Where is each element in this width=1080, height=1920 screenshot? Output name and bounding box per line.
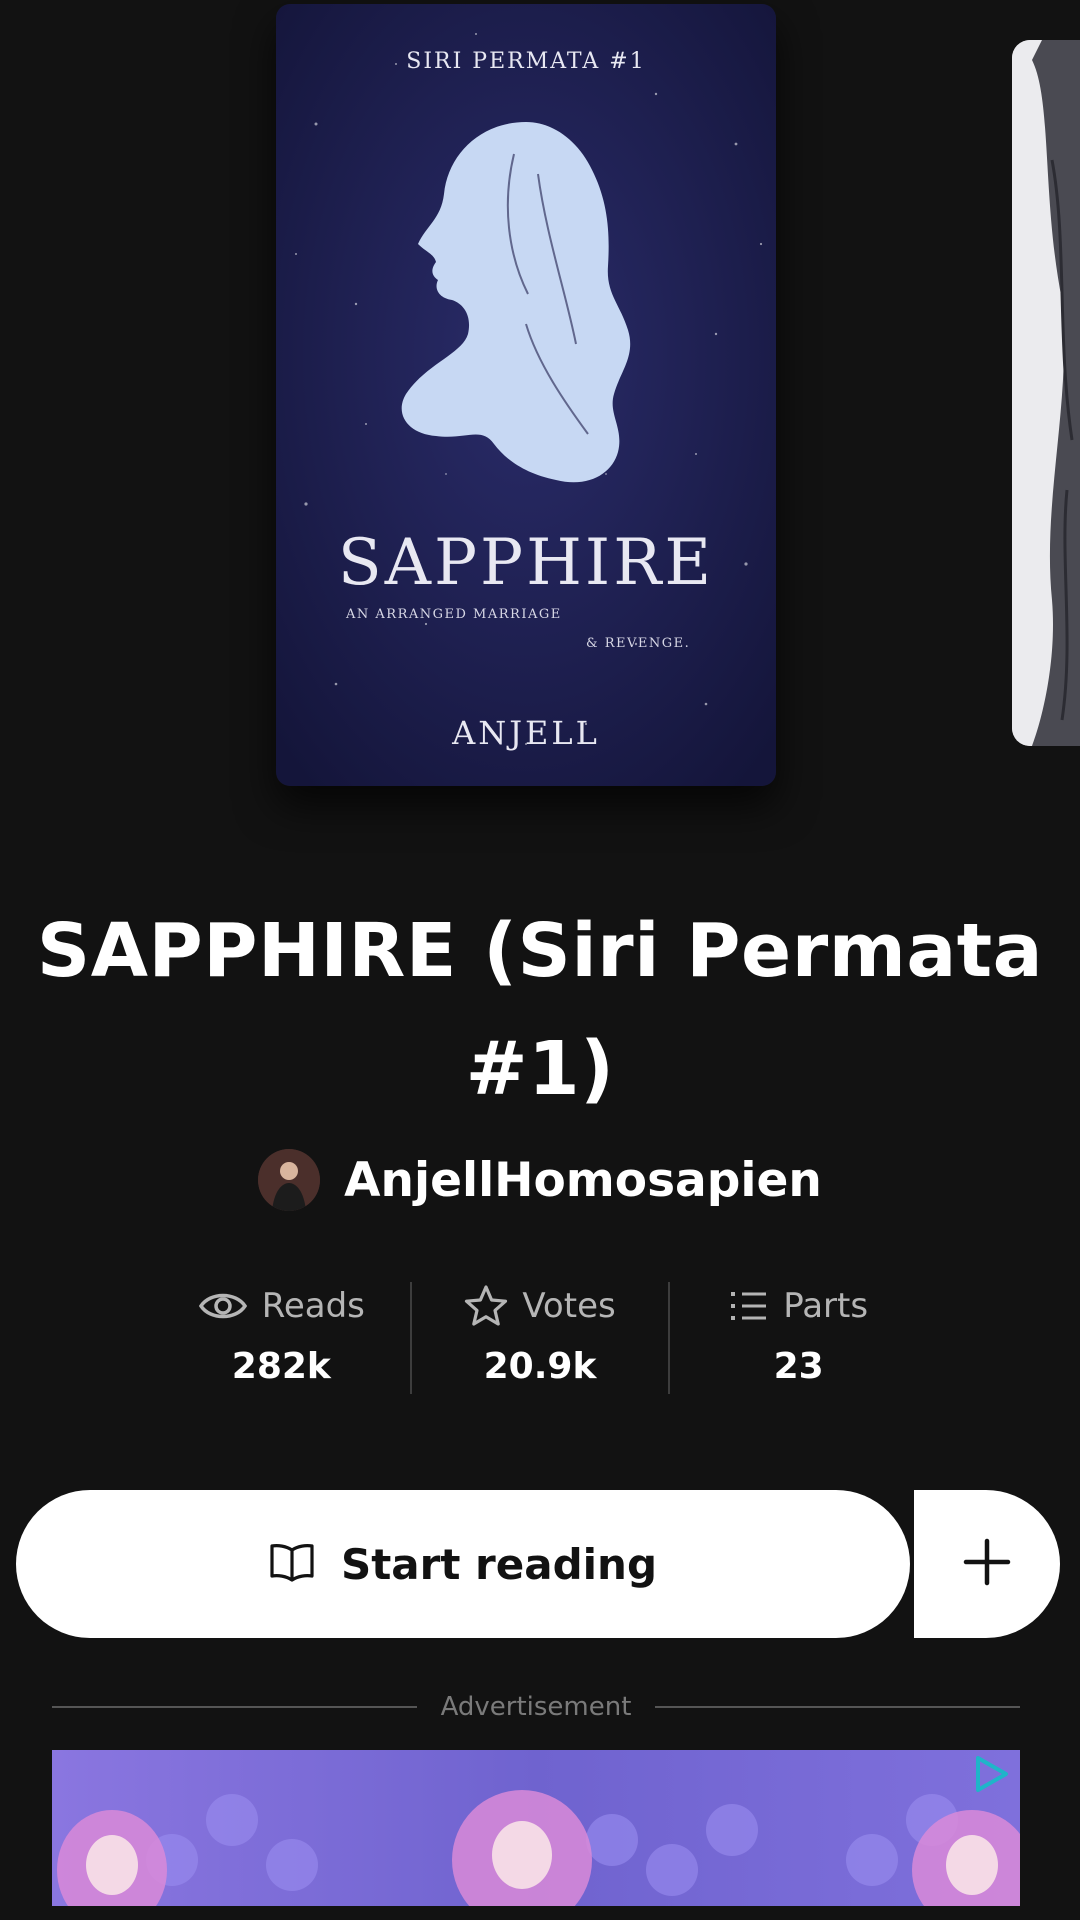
eye-icon: [198, 1288, 248, 1324]
ad-banner[interactable]: [52, 1750, 1020, 1906]
divider: [52, 1706, 417, 1708]
add-to-library-button[interactable]: [914, 1490, 1060, 1638]
stat-votes: Votes 20.9k: [412, 1278, 669, 1398]
cover-author-text: ANJELL: [451, 714, 600, 752]
story-stats: Reads 282k Votes 20.9k Parts 23: [153, 1278, 927, 1398]
story-details-page: SIRI PERMATA #1 SAPPHIRE AN ARRANGED MAR…: [0, 0, 1080, 1920]
story-title: SAPPHIRE (Siri Permata #1): [36, 908, 1044, 1112]
cover-tagline-2: & REVENGE.: [586, 636, 690, 651]
start-reading-button[interactable]: Start reading: [16, 1490, 910, 1638]
cover-series-text: SIRI PERMATA #1: [406, 49, 645, 74]
list-icon: [729, 1288, 769, 1324]
stat-value: 20.9k: [483, 1346, 597, 1387]
advertisement-label: Advertisement: [440, 1692, 632, 1722]
divider: [655, 1706, 1020, 1708]
stat-value: 23: [773, 1346, 824, 1387]
open-book-icon: [269, 1542, 315, 1586]
cover-title-text: SAPPHIRE: [338, 526, 714, 600]
stat-reads: Reads 282k: [153, 1278, 410, 1398]
author-name[interactable]: AnjellHomosapien: [344, 1153, 822, 1208]
avatar[interactable]: [258, 1149, 321, 1211]
author-row[interactable]: AnjellHomosapien: [0, 1148, 1080, 1212]
cover-carousel[interactable]: SIRI PERMATA #1 SAPPHIRE AN ARRANGED MAR…: [0, 0, 1080, 800]
stat-label: Votes: [522, 1286, 616, 1326]
ad-play-icon[interactable]: [970, 1754, 1010, 1794]
start-reading-label: Start reading: [340, 1539, 658, 1589]
advertisement-header: Advertisement: [52, 1690, 1020, 1724]
stat-label: Reads: [261, 1286, 365, 1326]
stat-value: 282k: [231, 1346, 331, 1387]
stat-label: Parts: [783, 1286, 869, 1326]
star-icon: [464, 1284, 508, 1328]
stat-parts: Parts 23: [670, 1278, 927, 1398]
plus-icon: [962, 1537, 1012, 1591]
book-cover[interactable]: SIRI PERMATA #1 SAPPHIRE AN ARRANGED MAR…: [276, 4, 776, 786]
cover-tagline-1: AN ARRANGED MARRIAGE: [345, 607, 562, 622]
next-book-cover[interactable]: [1012, 40, 1080, 746]
